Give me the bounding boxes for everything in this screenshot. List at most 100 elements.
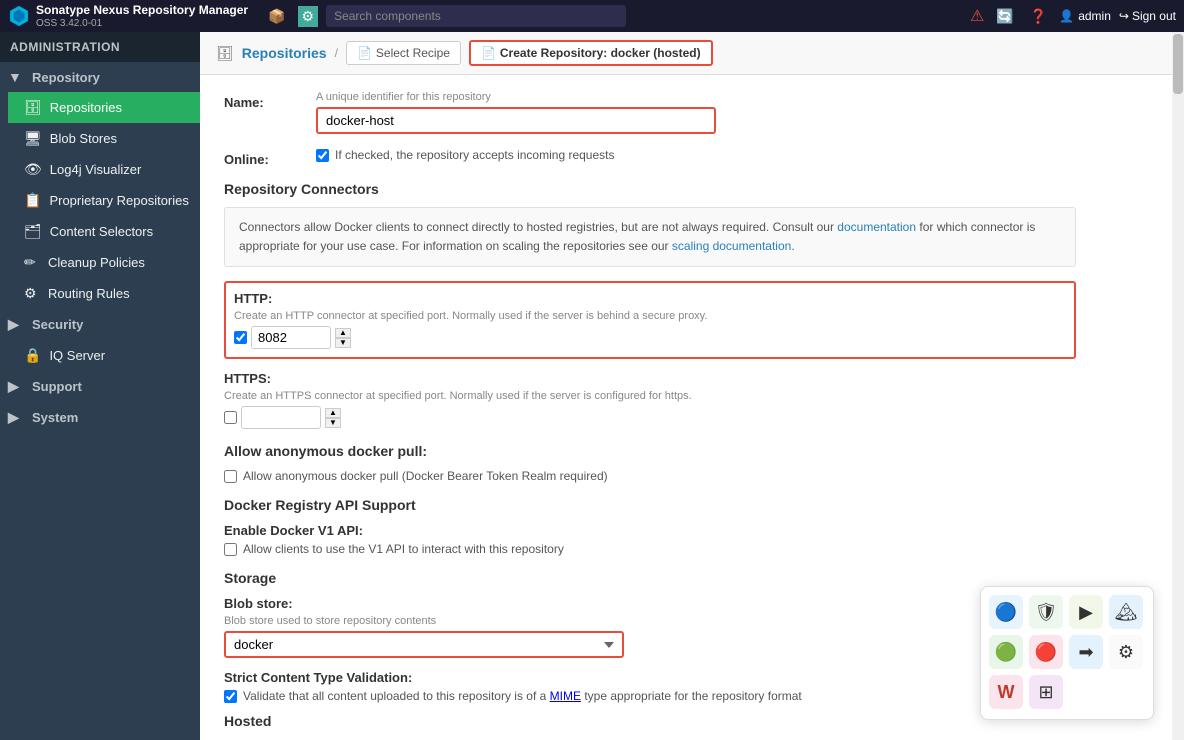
https-checkbox[interactable] <box>224 411 237 424</box>
routing-rules-icon: ⚙ <box>24 285 40 302</box>
app-name: Sonatype Nexus Repository Manager <box>36 3 248 17</box>
widget-sliders-icon[interactable]: ⚙ <box>1109 635 1143 669</box>
help-icon-btn[interactable]: ❓ <box>1026 6 1051 27</box>
https-port-spinner: ▲ ▼ <box>325 408 341 428</box>
strict-content-label: Strict Content Type Validation: <box>224 670 1076 685</box>
chevron-right-icon-support: ▶ <box>8 378 24 395</box>
hosted-title: Hosted <box>224 713 1076 729</box>
sidebar-item-repositories-label: Repositories <box>50 100 122 115</box>
packages-icon-btn[interactable]: 📦 <box>264 6 289 27</box>
strict-content-checkbox[interactable] <box>224 690 237 703</box>
sidebar-item-proprietary-repos[interactable]: 📋 Proprietary Repositories <box>8 185 200 216</box>
chevron-right-icon-security: ▶ <box>8 316 24 333</box>
widget-shield-icon[interactable]: 🛡 <box>1029 595 1063 629</box>
scrollbar-thumb[interactable] <box>1173 34 1183 94</box>
sidebar-item-iq-server[interactable]: 🔒 IQ Server <box>0 340 200 371</box>
signout-button[interactable]: ↪ Sign out <box>1119 9 1176 23</box>
http-connector-section: HTTP: Create an HTTP connector at specif… <box>224 281 1076 359</box>
blob-store-select[interactable]: docker default <box>224 631 624 658</box>
http-label: HTTP: <box>234 291 1066 306</box>
breadcrumb-repositories-link[interactable]: Repositories <box>242 45 327 61</box>
iq-server-icon: 🔒 <box>24 347 41 364</box>
doc-link[interactable]: documentation <box>837 220 916 234</box>
online-field-content: If checked, the repository accepts incom… <box>316 148 1076 162</box>
widget-bluetooth-icon[interactable]: 🔵 <box>989 595 1023 629</box>
repositories-icon: 🗄 <box>24 99 42 116</box>
http-port-input[interactable] <box>251 326 331 349</box>
logo-area: Sonatype Nexus Repository Manager OSS 3.… <box>8 3 248 28</box>
widget-play-icon[interactable]: ▶ <box>1069 595 1103 629</box>
blob-stores-icon: 🖥 <box>24 130 42 147</box>
https-port-up[interactable]: ▲ <box>325 408 341 418</box>
anon-docker-checkbox-row: Allow anonymous docker pull (Docker Bear… <box>224 469 1076 483</box>
scaling-doc-link[interactable]: scaling documentation <box>672 239 791 253</box>
sidebar-item-repositories[interactable]: 🗄 Repositories <box>8 92 200 123</box>
sidebar-item-system[interactable]: ▶ System <box>0 402 200 433</box>
sidebar-item-security-label: Security <box>32 317 83 332</box>
signout-label: Sign out <box>1132 9 1176 23</box>
refresh-icon-btn[interactable]: 🔄 <box>992 6 1017 27</box>
https-hint: Create an HTTPS connector at specified p… <box>224 390 1076 402</box>
admin-area: 👤 admin <box>1059 9 1111 23</box>
anon-docker-checkbox[interactable] <box>224 470 237 483</box>
enable-v1-label: Enable Docker V1 API: <box>224 523 1076 538</box>
repo-connectors-title: Repository Connectors <box>224 181 1076 197</box>
widget-photo-icon[interactable]: 🏔 <box>1109 595 1143 629</box>
search-input[interactable] <box>326 5 626 27</box>
docker-api-title: Docker Registry API Support <box>224 497 1076 513</box>
chevron-right-icon-system: ▶ <box>8 409 24 426</box>
sidebar-item-iq-server-label: IQ Server <box>49 348 105 363</box>
admin-icon: 👤 <box>1059 9 1074 23</box>
https-connector-section: HTTPS: Create an HTTPS connector at spec… <box>224 371 1076 429</box>
http-checkbox[interactable] <box>234 331 247 344</box>
sidebar-item-support-label: Support <box>32 379 82 394</box>
strict-content-checkbox-row: Validate that all content uploaded to th… <box>224 689 1076 703</box>
sidebar-item-security[interactable]: ▶ Security <box>0 309 200 340</box>
widget-green-icon[interactable]: 🟢 <box>989 635 1023 669</box>
widget-w-icon[interactable]: W <box>989 675 1023 709</box>
online-field-row: Online: If checked, the repository accep… <box>224 148 1076 167</box>
anon-docker-hint: Allow anonymous docker pull (Docker Bear… <box>243 469 608 483</box>
docker-api-section: Docker Registry API Support Enable Docke… <box>224 497 1076 556</box>
app-version: OSS 3.42.0-01 <box>36 18 248 29</box>
enable-v1-checkbox[interactable] <box>224 543 237 556</box>
sidebar-item-cleanup-policies[interactable]: ✏ Cleanup Policies <box>8 247 200 278</box>
sidebar: Administration ▼ Repository 🗄 Repositori… <box>0 32 200 740</box>
sidebar-item-support[interactable]: ▶ Support <box>0 371 200 402</box>
alert-icon: ⚠ <box>970 6 984 26</box>
widget-grid-icon[interactable]: ⊞ <box>1029 675 1063 709</box>
enable-v1-checkbox-row: Allow clients to use the V1 API to inter… <box>224 542 1076 556</box>
scrollbar-track[interactable] <box>1172 32 1184 740</box>
sidebar-item-content-selectors[interactable]: 🗂 Content Selectors <box>8 216 200 247</box>
enable-v1-hint: Allow clients to use the V1 API to inter… <box>243 542 564 556</box>
anon-docker-section: Allow anonymous docker pull: Allow anony… <box>224 443 1076 483</box>
select-recipe-label: Select Recipe <box>376 46 450 60</box>
sidebar-item-proprietary-repos-label: Proprietary Repositories <box>49 193 188 208</box>
anon-docker-title: Allow anonymous docker pull: <box>224 443 1076 459</box>
settings-icon-btn[interactable]: ⚙ <box>298 6 319 27</box>
sidebar-item-log4j[interactable]: 👁 Log4j Visualizer <box>8 154 200 185</box>
sidebar-item-routing-rules[interactable]: ⚙ Routing Rules <box>8 278 200 309</box>
proprietary-repos-icon: 📋 <box>24 192 41 209</box>
create-repository-tab[interactable]: 📄 Create Repository: docker (hosted) <box>469 40 713 66</box>
sidebar-item-routing-rules-label: Routing Rules <box>48 286 130 301</box>
widget-red-icon[interactable]: 🔴 <box>1029 635 1063 669</box>
cleanup-policies-icon: ✏ <box>24 254 40 271</box>
https-port-down[interactable]: ▼ <box>325 418 341 428</box>
https-port-input[interactable] <box>241 406 321 429</box>
online-hint: If checked, the repository accepts incom… <box>335 148 614 162</box>
signout-icon: ↪ <box>1119 9 1129 23</box>
sidebar-item-blob-stores[interactable]: 🖥 Blob Stores <box>8 123 200 154</box>
http-port-up[interactable]: ▲ <box>335 328 351 338</box>
admin-label: admin <box>1078 9 1111 23</box>
http-port-spinner: ▲ ▼ <box>335 328 351 348</box>
sidebar-item-repository[interactable]: ▼ Repository <box>0 62 200 92</box>
online-checkbox[interactable] <box>316 149 329 162</box>
mime-link[interactable]: MIME <box>550 689 581 703</box>
log4j-icon: 👁 <box>24 161 42 178</box>
name-input[interactable] <box>316 107 716 134</box>
select-recipe-tab[interactable]: 📄 Select Recipe <box>346 41 461 65</box>
widget-arrow-icon[interactable]: ➡ <box>1069 635 1103 669</box>
http-port-down[interactable]: ▼ <box>335 338 351 348</box>
breadcrumb-separator: / <box>335 46 338 60</box>
